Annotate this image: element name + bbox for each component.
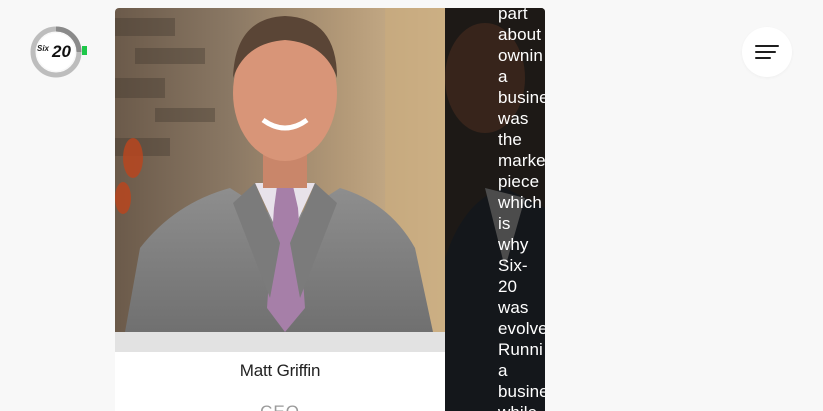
menu-bar-top (755, 45, 779, 47)
bio-line: a (498, 361, 508, 380)
bio-line: piece (498, 172, 540, 191)
bio-line: while (498, 402, 545, 411)
menu-button[interactable] (742, 27, 792, 77)
bio-line: is (498, 214, 511, 233)
bio-line: Six- (498, 256, 528, 275)
team-member-name: Matt Griffin (239, 361, 321, 380)
menu-bar-middle (755, 51, 776, 53)
bio-line: about (498, 25, 542, 44)
bio-line: marke (498, 151, 545, 170)
photo-divider-strip (115, 332, 445, 352)
menu-bar-bottom (755, 57, 771, 59)
team-member-bio-card[interactable]: part about ownin a busine was the marke piece whi… (445, 8, 545, 411)
bio-line: the (498, 130, 522, 149)
bio-line: busine (498, 88, 545, 107)
bio-text: part about ownin a busine was the marke piece whi… (498, 8, 545, 411)
bio-line: 20 (498, 277, 518, 296)
team-member-role: CEO (115, 402, 445, 411)
bio-line: ownin (498, 46, 543, 65)
bio-line: was (498, 298, 529, 317)
logo-text-six: Six (37, 44, 50, 53)
bio-line: which (498, 193, 542, 212)
bio-line: was (498, 109, 529, 128)
bio-line: part (498, 8, 528, 23)
bio-line: a (498, 67, 508, 86)
team-member-card[interactable]: Matt Griffin CEO (115, 8, 445, 411)
bio-line: busine (498, 382, 545, 401)
logo-text-20: 20 (51, 42, 71, 61)
bio-line: evolve (498, 319, 545, 338)
six20-logo[interactable]: Six 20 (30, 26, 88, 78)
bio-line: why (498, 235, 529, 254)
bio-line: Runni (498, 340, 543, 359)
team-member-photo (115, 8, 445, 332)
